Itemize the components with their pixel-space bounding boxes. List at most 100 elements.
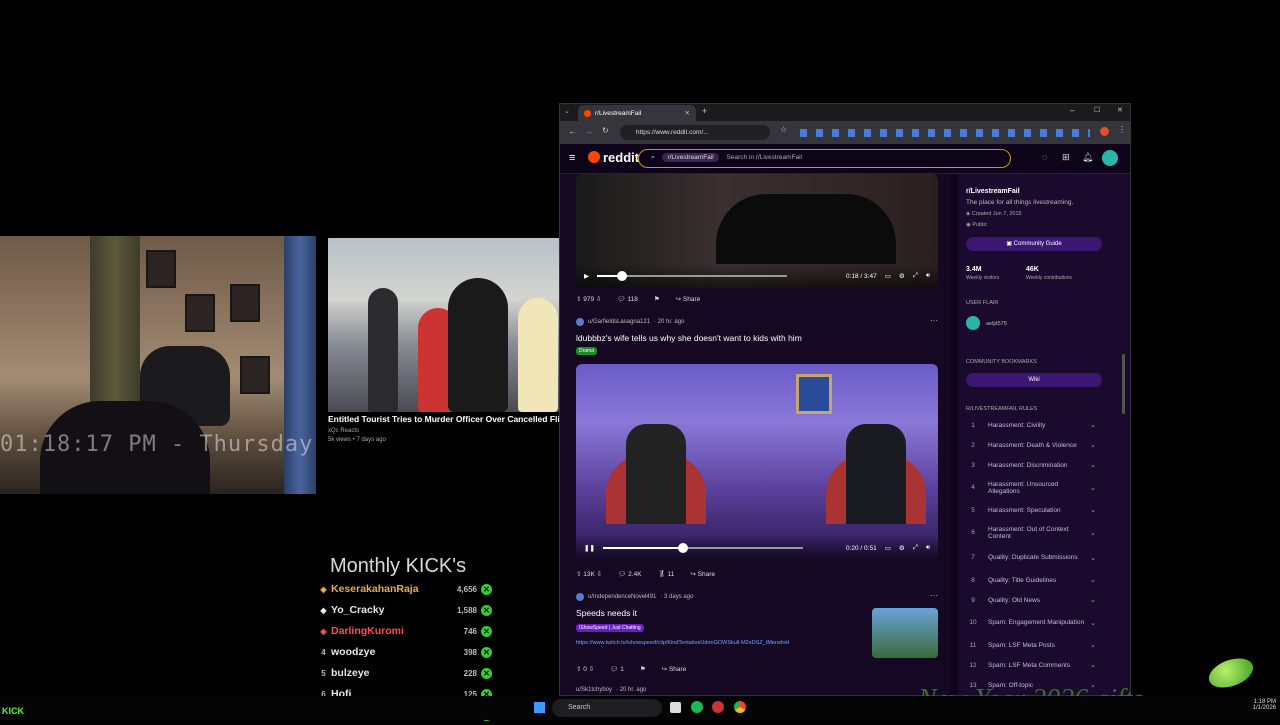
- flair-avatar[interactable]: [966, 316, 980, 330]
- award-icon[interactable]: ⚑: [640, 665, 646, 673]
- rule-item[interactable]: 12 Spam: LSF Meta Comments ⌄: [958, 655, 1104, 675]
- post2-share[interactable]: ↪ Share: [690, 570, 715, 578]
- reddit-logo-icon[interactable]: [588, 151, 600, 163]
- profile-icon[interactable]: [1100, 127, 1109, 136]
- chevron-down-icon[interactable]: ⌄: [1090, 506, 1096, 514]
- post3-more-icon[interactable]: ⋯: [930, 591, 938, 600]
- rule-item[interactable]: 2 Harassment: Death & Violence ⌄: [958, 435, 1104, 455]
- rule-item[interactable]: 9 Quality: Old News ⌄: [958, 590, 1104, 610]
- post1-comments[interactable]: 💬︎ 118: [617, 295, 637, 303]
- award-icon[interactable]: ⚑: [654, 295, 660, 303]
- chevron-down-icon[interactable]: ⌄: [1090, 554, 1096, 562]
- forward-icon[interactable]: →: [584, 126, 593, 136]
- maximize-icon[interactable]: ☐: [1094, 106, 1100, 114]
- create-post-icon[interactable]: ⊞: [1062, 152, 1070, 163]
- thumbnail-title[interactable]: Entitled Tourist Tries to Murder Officer…: [328, 414, 560, 424]
- post3-title[interactable]: Speeds needs it: [576, 608, 637, 618]
- volume-icon[interactable]: 🔊︎: [926, 272, 930, 280]
- post2-video[interactable]: ❚❚ 0:20 / 0:51 ▭ ⚙ ⤢ 🔊︎: [576, 364, 938, 560]
- post1-votes[interactable]: ⇧ 979 ⇩: [576, 295, 601, 303]
- chevron-down-icon[interactable]: ⌄: [1090, 661, 1096, 669]
- rule-item[interactable]: 8 Quality: Title Guidelines ⌄: [958, 570, 1104, 590]
- chevron-down-icon[interactable]: ⌄: [1090, 641, 1096, 649]
- rule-item[interactable]: 6 Harassment: Out of Context Content ⌄: [958, 520, 1104, 545]
- post3-comments[interactable]: 💬︎ 1: [610, 665, 624, 673]
- chevron-down-icon[interactable]: ⌄: [1090, 596, 1096, 604]
- captions-icon[interactable]: ▭: [885, 544, 891, 552]
- post3-flair[interactable]: IShowSpeed | Just Chatting: [576, 624, 644, 632]
- taskbar-clock[interactable]: 1:18 PM 1/1/2026: [1236, 699, 1276, 711]
- post2-votes[interactable]: ⇧ 13K ⇩: [576, 570, 602, 578]
- search-input[interactable]: Search in r/LivestreamFail: [727, 154, 803, 161]
- app-icon[interactable]: [712, 701, 724, 713]
- chevron-down-icon[interactable]: ⌄: [1090, 619, 1096, 627]
- chevron-down-icon[interactable]: ⌄: [1090, 484, 1096, 492]
- post4-author[interactable]: u/Sk1tchyboy: [576, 687, 612, 693]
- fullscreen-icon[interactable]: ⤢: [913, 544, 918, 552]
- pause-icon[interactable]: ❚❚: [584, 544, 595, 552]
- sidebar-scrollbar[interactable]: [1122, 354, 1125, 414]
- rule-item[interactable]: 3 Harassment: Discrimination ⌄: [958, 455, 1104, 475]
- rule-item[interactable]: 10 Spam: Engagement Manipulation ⌄: [958, 610, 1104, 635]
- post2-avatar[interactable]: [576, 318, 584, 326]
- taskbar-search[interactable]: Search: [552, 699, 662, 717]
- video-thumbnail[interactable]: [328, 238, 560, 412]
- volume-icon[interactable]: 🔊︎: [926, 544, 930, 552]
- post2-comments[interactable]: 💬︎ 2.4K: [618, 570, 641, 578]
- post2-author[interactable]: u/GarfieldsLasagna121: [588, 319, 650, 325]
- chevron-down-icon[interactable]: ⌄: [1090, 529, 1096, 537]
- captions-icon[interactable]: ▭: [885, 272, 891, 280]
- post1-share[interactable]: ↪ Share: [676, 295, 701, 303]
- post3-link[interactable]: https://www.twitch.tv/ishowspeed/clip/Ki…: [576, 640, 866, 646]
- post1-seekbar[interactable]: [597, 271, 787, 281]
- fullscreen-icon[interactable]: ⤢: [913, 272, 918, 280]
- user-avatar[interactable]: [1102, 150, 1118, 166]
- post2-more-icon[interactable]: ⋯: [930, 316, 938, 325]
- chevron-down-icon[interactable]: ⌄: [1090, 421, 1096, 429]
- notifications-icon[interactable]: 🔔︎: [1082, 152, 1093, 163]
- post2-title[interactable]: ldubbbz's wife tells us why she doesn't …: [576, 333, 802, 343]
- bookmark-star-icon[interactable]: ☆: [780, 125, 787, 134]
- hamburger-icon[interactable]: ≡: [569, 152, 575, 164]
- browser-tab[interactable]: r/LivestreamFail ✕: [578, 105, 696, 121]
- url-input[interactable]: https://www.reddit.com/...: [620, 125, 770, 140]
- rule-item[interactable]: 1 Harassment: Civility ⌄: [958, 415, 1104, 435]
- rule-item[interactable]: 5 Harassment: Speculation ⌄: [958, 500, 1104, 520]
- chevron-down-icon[interactable]: ⌄: [1090, 441, 1096, 449]
- reload-icon[interactable]: ↻: [602, 126, 609, 135]
- menu-icon[interactable]: ⋮: [1118, 125, 1126, 134]
- play-icon[interactable]: ▶: [584, 272, 589, 280]
- community-guide-button[interactable]: ▣ Community Guide: [966, 237, 1102, 251]
- chat-icon[interactable]: ◌: [1042, 152, 1047, 162]
- rule-item[interactable]: 11 Spam: LSF Meta Posts ⌄: [958, 635, 1104, 655]
- chevron-down-icon[interactable]: ⌄: [1090, 461, 1096, 469]
- post3-avatar[interactable]: [576, 593, 584, 601]
- post3-votes[interactable]: ⇧ 0 ⇩: [576, 665, 594, 673]
- search-box[interactable]: ⌕ r/LivestreamFail Search in r/Livestrea…: [638, 149, 1011, 168]
- window-close-icon[interactable]: ✕: [1117, 106, 1123, 114]
- new-tab-icon[interactable]: +: [702, 106, 707, 116]
- rule-item[interactable]: 4 Harassment: Unsourced Allegations ⌄: [958, 475, 1104, 500]
- rule-item[interactable]: 7 Quality: Duplicate Submissions ⌄: [958, 545, 1104, 570]
- minimize-icon[interactable]: –: [1070, 106, 1074, 115]
- extensions-icon[interactable]: [800, 129, 1090, 137]
- spotify-icon[interactable]: [691, 701, 703, 713]
- file-explorer-icon[interactable]: [670, 702, 681, 713]
- post2-awards[interactable]: 🏅︎ 11: [658, 570, 675, 578]
- windows-start-icon[interactable]: [534, 702, 545, 713]
- post3-share[interactable]: ↪ Share: [662, 665, 687, 673]
- chevron-down-icon[interactable]: ⌄: [1090, 576, 1096, 584]
- search-chip[interactable]: r/LivestreamFail: [662, 153, 719, 162]
- post3-thumbnail[interactable]: [872, 608, 938, 658]
- post3-author[interactable]: u/IndependenceNovel491: [588, 594, 656, 600]
- tab-list-icon[interactable]: ⌄: [564, 107, 570, 115]
- settings-gear-icon[interactable]: ⚙: [899, 544, 905, 552]
- post1-video[interactable]: ▶ 0:18 / 3:47 ▭ ⚙ ⤢ 🔊︎: [576, 174, 938, 288]
- chrome-icon[interactable]: [734, 701, 746, 713]
- post2-seekbar[interactable]: [602, 543, 803, 553]
- settings-gear-icon[interactable]: ⚙: [899, 272, 905, 280]
- post2-flair[interactable]: Drama: [576, 347, 598, 355]
- tab-close-icon[interactable]: ✕: [685, 109, 690, 117]
- wiki-button[interactable]: Wiki: [966, 373, 1102, 387]
- reddit-wordmark[interactable]: reddit: [603, 150, 639, 165]
